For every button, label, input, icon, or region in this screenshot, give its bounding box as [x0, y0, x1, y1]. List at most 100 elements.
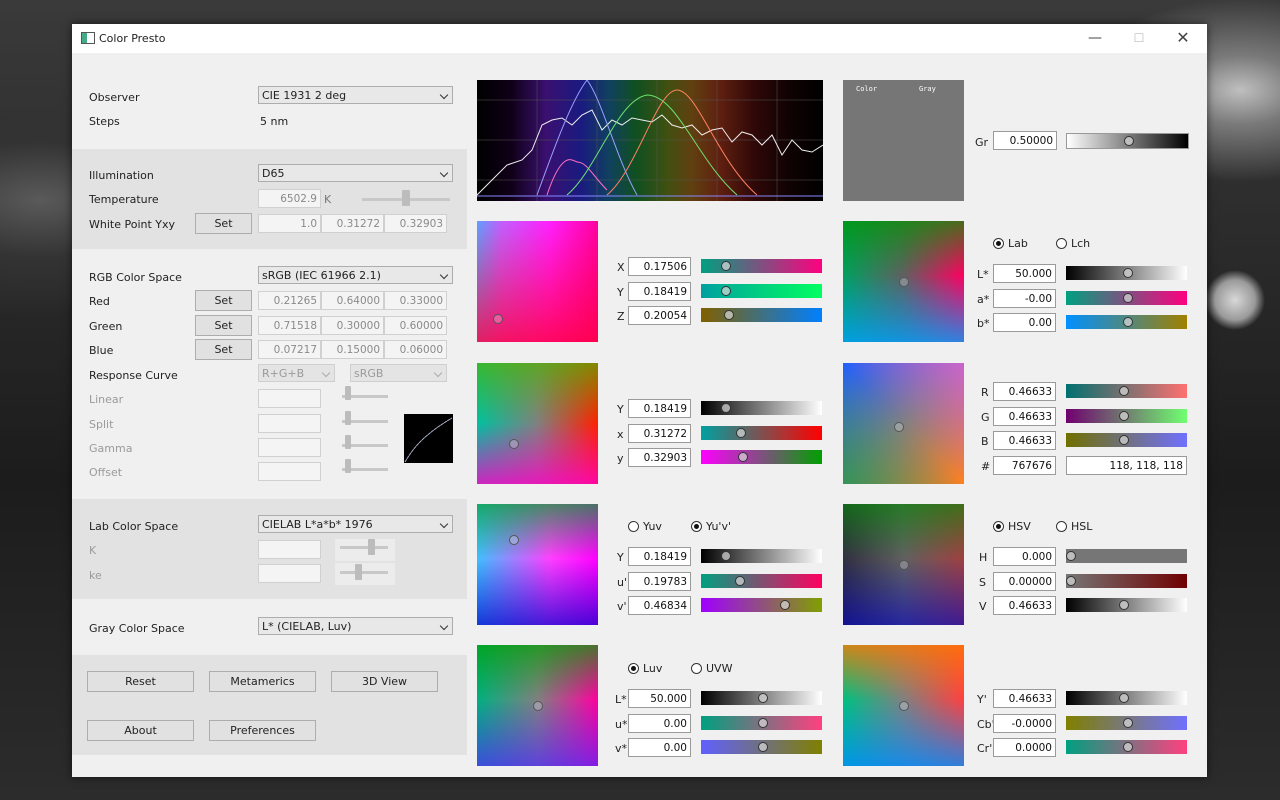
ycbcr-1-slider-knob[interactable] [1123, 717, 1133, 728]
lab-marker[interactable] [899, 277, 909, 287]
hsv-1-slider[interactable] [1066, 573, 1187, 588]
lab-1-slider-knob[interactable] [1123, 292, 1133, 303]
red-field-1[interactable]: 0.21265 [258, 291, 321, 310]
hsv-0-field[interactable]: 0.000 [993, 547, 1056, 566]
lab-0-field[interactable]: 50.000 [993, 264, 1056, 283]
xyz-2-field[interactable]: 0.20054 [628, 306, 691, 325]
offset-field[interactable] [258, 462, 321, 481]
gr-slider[interactable] [1066, 133, 1189, 149]
hsv-1-field[interactable]: 0.00000 [993, 571, 1056, 591]
luv-radio-1[interactable] [628, 663, 639, 674]
yuv-0-slider[interactable] [701, 549, 822, 563]
yuv-1-field[interactable]: 0.19783 [628, 571, 691, 591]
lab-2-field[interactable]: 0.00 [993, 313, 1056, 332]
yuv-swatch[interactable] [477, 504, 598, 625]
luv-1-slider[interactable] [701, 715, 822, 730]
blue-field-1[interactable]: 0.07217 [258, 340, 321, 359]
lab-0-slider-knob[interactable] [1123, 268, 1133, 278]
red-set-button[interactable]: Set [195, 290, 252, 311]
luv-0-field[interactable]: 50.000 [628, 689, 691, 708]
hsv-radio-1[interactable] [993, 521, 1004, 532]
rgb-marker[interactable] [894, 422, 904, 432]
ke-slider[interactable] [340, 571, 388, 574]
ycbcr-2-slider[interactable] [1066, 740, 1187, 754]
blue-field-3[interactable]: 0.06000 [384, 340, 447, 359]
white-point-x-field[interactable]: 0.31272 [321, 214, 384, 233]
lab-2-slider[interactable] [1066, 315, 1187, 329]
yuv-1-slider[interactable] [701, 573, 822, 588]
blue-set-button[interactable]: Set [195, 339, 252, 360]
yxy-1-field[interactable]: 0.31272 [628, 423, 691, 443]
hsv-0-slider[interactable] [1066, 549, 1187, 563]
xyz-0-field[interactable]: 0.17506 [628, 257, 691, 276]
ycbcr-0-slider-knob[interactable] [1119, 693, 1129, 703]
rgb-1-slider[interactable] [1066, 408, 1187, 423]
xyz-1-slider[interactable] [701, 283, 822, 298]
white-point-Y-field[interactable]: 1.0 [258, 214, 321, 233]
rgb-triplet-field[interactable]: 118, 118, 118 [1066, 456, 1187, 475]
hsv-swatch[interactable] [843, 504, 964, 625]
rgb-0-slider-knob[interactable] [1119, 386, 1129, 396]
yxy-0-field[interactable]: 0.18419 [628, 399, 691, 418]
yxy-1-slider-knob[interactable] [736, 427, 746, 438]
observer-select[interactable]: CIE 1931 2 deg [258, 86, 453, 104]
ycbcr-0-slider[interactable] [1066, 691, 1187, 705]
yxy-2-slider-knob[interactable] [738, 452, 748, 462]
green-field-1[interactable]: 0.71518 [258, 316, 321, 335]
gamma-field[interactable] [258, 438, 321, 457]
rgb-swatch[interactable] [843, 363, 964, 484]
luv-0-slider[interactable] [701, 691, 822, 705]
temperature-field[interactable]: 6502.9 [258, 189, 321, 208]
rgb-0-field[interactable]: 0.46633 [993, 382, 1056, 401]
ke-field[interactable] [258, 564, 321, 583]
reset-button[interactable]: Reset [87, 671, 194, 692]
yxy-0-slider-knob[interactable] [721, 403, 731, 413]
xyz-1-slider-knob[interactable] [721, 285, 731, 296]
split-slider-thumb[interactable] [345, 411, 351, 425]
gamma-slider-thumb[interactable] [345, 435, 351, 449]
luv-swatch[interactable] [477, 645, 598, 766]
ycbcr-2-slider-knob[interactable] [1123, 742, 1133, 752]
view-3d-button[interactable]: 3D View [331, 671, 438, 692]
offset-slider-thumb[interactable] [345, 459, 351, 473]
xyz-1-field[interactable]: 0.18419 [628, 281, 691, 301]
ycbcr-2-field[interactable]: 0.0000 [993, 738, 1056, 757]
split-field[interactable] [258, 414, 321, 433]
yuv-marker[interactable] [509, 535, 519, 545]
minimize-icon[interactable]: — [1084, 28, 1106, 48]
rgb-0-slider[interactable] [1066, 384, 1187, 398]
gray-space-select[interactable]: L* (CIELAB, Luv) [258, 617, 453, 635]
ycbcr-1-slider[interactable] [1066, 715, 1187, 730]
luv-radio-2[interactable] [691, 663, 702, 674]
k-slider-thumb[interactable] [368, 539, 375, 555]
white-point-set-button[interactable]: Set [195, 213, 252, 234]
linear-field[interactable] [258, 389, 321, 408]
green-field-2[interactable]: 0.30000 [321, 316, 384, 335]
xyz-marker[interactable] [493, 314, 503, 324]
rgb-1-slider-knob[interactable] [1119, 410, 1129, 421]
ke-slider-thumb[interactable] [355, 564, 362, 580]
xyz-2-slider[interactable] [701, 308, 822, 322]
ycbcr-1-field[interactable]: -0.0000 [993, 713, 1056, 733]
hsv-1-slider-knob[interactable] [1066, 575, 1076, 586]
lab-radio-2[interactable] [1056, 238, 1067, 249]
k-slider[interactable] [340, 546, 388, 549]
hsv-marker[interactable] [899, 560, 909, 570]
yuv-1-slider-knob[interactable] [735, 575, 745, 586]
yuv-2-slider-knob[interactable] [780, 600, 790, 610]
xyz-0-slider[interactable] [701, 259, 822, 273]
response-curve-select[interactable]: sRGB [350, 364, 447, 382]
close-icon[interactable]: ✕ [1172, 28, 1194, 48]
yuv-radio-1[interactable] [628, 521, 639, 532]
gr-field[interactable]: 0.50000 [993, 131, 1057, 150]
green-field-3[interactable]: 0.60000 [384, 316, 447, 335]
ycbcr-0-field[interactable]: 0.46633 [993, 689, 1056, 708]
lab-1-field[interactable]: -0.00 [993, 288, 1056, 308]
luv-1-field[interactable]: 0.00 [628, 713, 691, 733]
ycbcr-swatch[interactable] [843, 645, 964, 766]
red-field-3[interactable]: 0.33000 [384, 291, 447, 310]
luv-2-slider[interactable] [701, 740, 822, 754]
ycbcr-marker[interactable] [899, 701, 909, 711]
rgb-2-field[interactable]: 0.46633 [993, 431, 1056, 450]
metamerics-button[interactable]: Metamerics [209, 671, 316, 692]
